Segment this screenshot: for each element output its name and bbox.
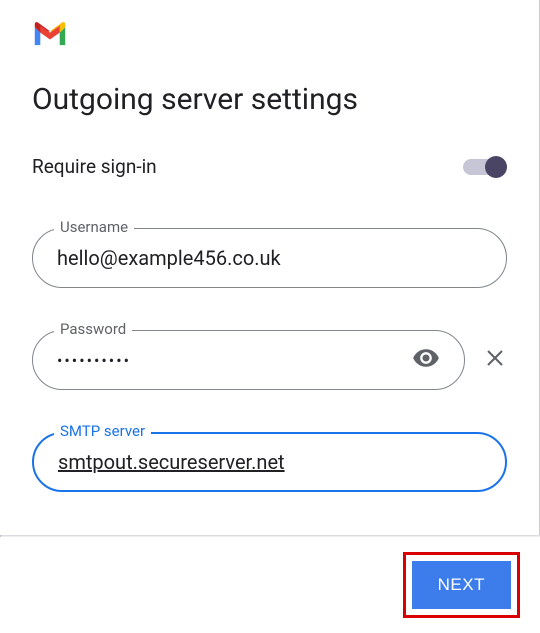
show-password-icon[interactable] — [412, 344, 440, 376]
page-title: Outgoing server settings — [32, 82, 507, 117]
password-value: •••••••••• — [57, 351, 412, 370]
username-field[interactable]: hello@example456.co.uk — [32, 228, 507, 288]
smtp-server-label: SMTP server — [54, 422, 151, 440]
password-label: Password — [54, 320, 132, 338]
next-button[interactable]: NEXT — [412, 561, 511, 609]
require-signin-toggle[interactable] — [463, 156, 507, 178]
username-value: hello@example456.co.uk — [57, 246, 482, 270]
password-field[interactable]: •••••••••• — [32, 330, 465, 390]
smtp-server-field[interactable]: smtpout.secureserver.net — [32, 432, 507, 492]
require-signin-label: Require sign-in — [32, 155, 157, 178]
username-label: Username — [54, 218, 134, 236]
clear-icon[interactable] — [483, 344, 507, 377]
next-button-highlight: NEXT — [403, 552, 520, 618]
smtp-server-value: smtpout.secureserver.net — [58, 450, 481, 474]
gmail-logo — [32, 20, 507, 52]
